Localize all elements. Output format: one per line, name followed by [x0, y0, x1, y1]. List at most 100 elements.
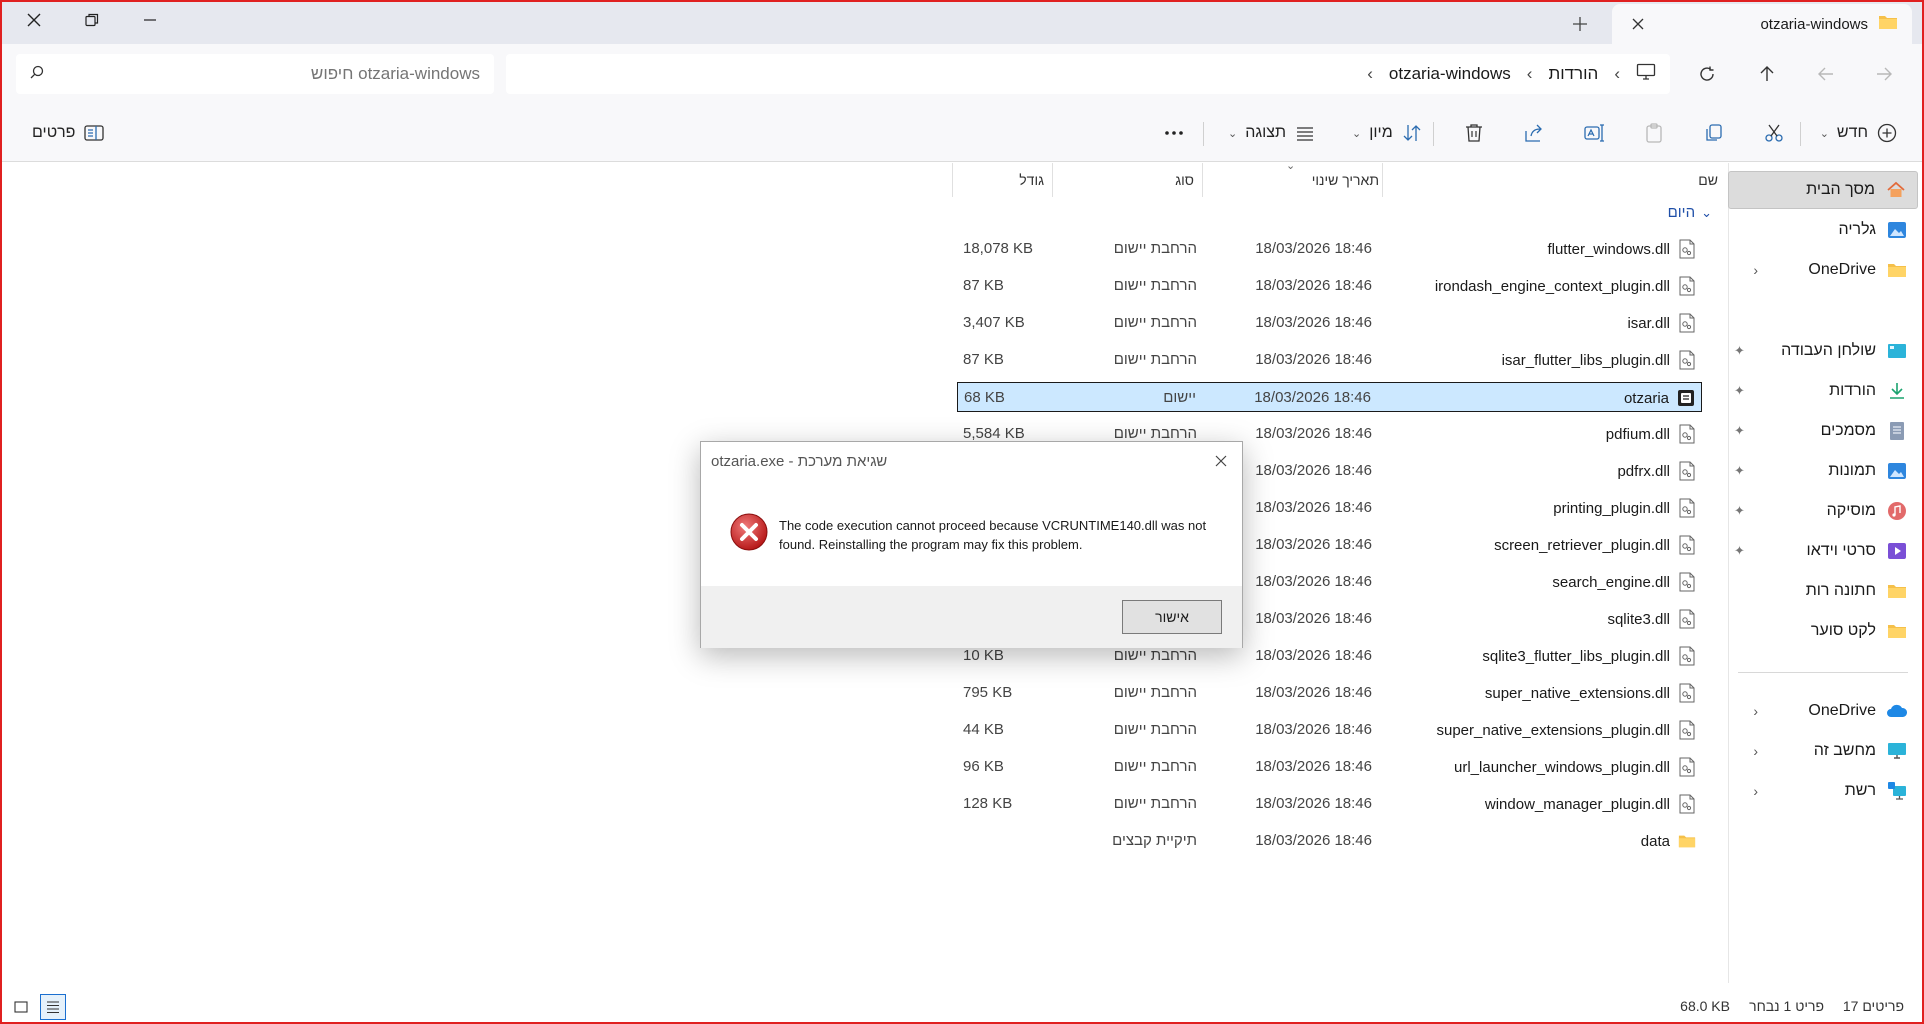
sidebar-item-downloads[interactable]: ✦ הורדות [1728, 372, 1918, 410]
chevron-icon[interactable]: ‹ [1527, 64, 1533, 84]
file-row[interactable]: url_launcher_windows_plugin.dll 18/03/202… [957, 752, 1702, 782]
rename-icon [1584, 124, 1604, 142]
view-label: תצוגה [1245, 124, 1287, 141]
back-button[interactable] [1866, 56, 1902, 92]
file-size: 96 KB [963, 758, 1004, 775]
sidebar-item-label: הורדות [1829, 382, 1876, 399]
dll-file-icon [1678, 646, 1696, 666]
file-row[interactable]: super_native_extensions_plugin.dll 18/03/… [957, 715, 1702, 745]
paste-button[interactable] [1637, 115, 1671, 151]
delete-button[interactable] [1457, 115, 1491, 151]
tiles-view-icon [14, 1001, 28, 1013]
file-name: sqlite3_flutter_libs_plugin.dll [1482, 647, 1670, 665]
file-type: הרחבת יישום [1113, 684, 1197, 701]
address-bar[interactable]: ‹ הורדות ‹ otzaria-windows ‹ [506, 54, 1670, 94]
share-button[interactable] [1517, 115, 1551, 151]
sidebar-item-documents[interactable]: ✦ מסמכים [1728, 412, 1918, 450]
sort-icon [1403, 125, 1421, 141]
column-header-type[interactable]: סוג [1175, 163, 1194, 197]
file-row[interactable]: flutter_windows.dll 18/03/2026 18:46 הרחבת… [957, 234, 1702, 264]
file-type: תיקיית קבצים [1112, 832, 1197, 849]
file-row[interactable]: irondash_engine_context_plugin.dll 18/03/… [957, 271, 1702, 301]
column-header-date[interactable]: תאריך שינוי [1312, 163, 1379, 197]
up-button[interactable] [1749, 56, 1785, 92]
sidebar-item-home[interactable]: מסך הבית [1728, 171, 1918, 209]
sidebar-item-network[interactable]: › רשת [1728, 772, 1918, 810]
close-window-button[interactable] [6, 0, 62, 40]
forward-button[interactable] [1808, 56, 1844, 92]
chevron-right-icon[interactable]: › [1753, 262, 1758, 278]
file-name: irondash_engine_context_plugin.dll [1434, 277, 1670, 295]
ok-button[interactable]: אישור [1122, 600, 1222, 634]
view-button[interactable]: תצוגה ⌄ [1222, 115, 1322, 151]
refresh-button[interactable] [1689, 56, 1725, 92]
sidebar-item-gallery[interactable]: גלריה [1728, 211, 1918, 249]
sidebar-item-onedrive-personal[interactable]: › OneDrive [1728, 251, 1918, 289]
details-view-button[interactable] [40, 994, 66, 1020]
divider [1203, 122, 1204, 146]
sidebar-item-pictures[interactable]: ✦ תמונות [1728, 452, 1918, 490]
close-icon [27, 13, 41, 27]
restore-window-button[interactable] [64, 0, 120, 40]
tab-otzaria-windows[interactable]: otzaria-windows [1612, 4, 1912, 44]
share-icon [1525, 124, 1542, 142]
sidebar-item-folder-1[interactable]: חתונה רות [1728, 572, 1918, 610]
sidebar-item-desktop[interactable]: ✦ שולחן העבודה [1728, 332, 1918, 370]
sidebar-item-folder-2[interactable]: לקט סוער [1728, 612, 1918, 650]
column-header-size[interactable]: גודל [1019, 163, 1044, 197]
breadcrumb-otzaria-windows[interactable]: otzaria-windows [1389, 64, 1511, 84]
copy-button[interactable] [1697, 115, 1731, 151]
sidebar-item-videos[interactable]: ✦ סרטי וידאו [1728, 532, 1918, 570]
group-header-today[interactable]: ⌄ היום [1668, 204, 1712, 221]
dialog-close-button[interactable] [1210, 450, 1232, 472]
dialog-footer: אישור [701, 586, 1242, 648]
new-button[interactable]: חדש ⌄ [1814, 115, 1904, 151]
file-date: 18/03/2026 18:46 [1255, 610, 1372, 627]
file-row[interactable]: otzaria 18/03/2026 18:46 יישום 68 KB [957, 382, 1702, 412]
file-date: 18/03/2026 18:46 [1255, 832, 1372, 849]
chevron-right-icon[interactable]: › [1753, 703, 1758, 719]
file-date: 18/03/2026 18:46 [1255, 351, 1372, 368]
computer-icon [1886, 740, 1908, 762]
details-pane-button[interactable]: פרטים [26, 115, 111, 151]
dialog-message: The code execution cannot proceed becaus… [779, 518, 1207, 552]
file-type: הרחבת יישום [1113, 240, 1197, 257]
scissors-icon [1765, 124, 1783, 142]
sort-button[interactable]: מיון ⌄ [1346, 115, 1429, 151]
sidebar-item-this-pc[interactable]: › מחשב זה [1728, 732, 1918, 770]
chevron-right-icon[interactable]: › [1753, 783, 1758, 799]
chevron-right-icon[interactable]: › [1753, 743, 1758, 759]
tab-close-button[interactable] [1626, 14, 1650, 35]
file-type: הרחבת יישום [1113, 795, 1197, 812]
sidebar-item-music[interactable]: ✦ מוסיקה [1728, 492, 1918, 530]
file-date: 18/03/2026 18:46 [1254, 389, 1371, 406]
application-icon [1677, 388, 1695, 408]
tiles-view-button[interactable] [8, 994, 34, 1020]
chevron-icon[interactable]: ‹ [1614, 64, 1620, 84]
error-dialog: otzaria.exe - שגיאת מערכת The code execu… [700, 441, 1243, 648]
dll-file-icon [1678, 276, 1696, 296]
chevron-icon[interactable]: ‹ [1367, 64, 1373, 84]
search-box[interactable] [16, 54, 494, 94]
file-size: 87 KB [963, 277, 1004, 294]
cut-button[interactable] [1757, 115, 1791, 151]
breadcrumb-downloads[interactable]: הורדות [1548, 64, 1598, 84]
sidebar-item-onedrive[interactable]: › OneDrive [1728, 692, 1918, 730]
file-size: 68 KB [964, 389, 1005, 406]
file-row[interactable]: data 18/03/2026 18:46 תיקיית קבצים [957, 826, 1702, 856]
document-icon [1886, 420, 1908, 442]
more-options-button[interactable] [1157, 115, 1191, 151]
minimize-window-button[interactable] [122, 0, 178, 40]
new-tab-button[interactable] [1564, 8, 1596, 40]
column-header-name[interactable]: שם [1698, 163, 1718, 197]
rename-button[interactable] [1577, 115, 1611, 151]
dialog-title: otzaria.exe - שגיאת מערכת [711, 452, 888, 470]
search-input[interactable] [44, 64, 480, 84]
list-view-icon [1297, 127, 1314, 141]
pictures-icon [1886, 460, 1908, 482]
file-row[interactable]: isar.dll 18/03/2026 18:46 הרחבת יישום 3,407… [957, 308, 1702, 338]
file-row[interactable]: window_manager_plugin.dll 18/03/2026 18:4… [957, 789, 1702, 819]
sidebar-item-label: OneDrive [1808, 702, 1876, 719]
file-row[interactable]: super_native_extensions.dll 18/03/2026 18… [957, 678, 1702, 708]
file-row[interactable]: isar_flutter_libs_plugin.dll 18/03/2026 1… [957, 345, 1702, 375]
